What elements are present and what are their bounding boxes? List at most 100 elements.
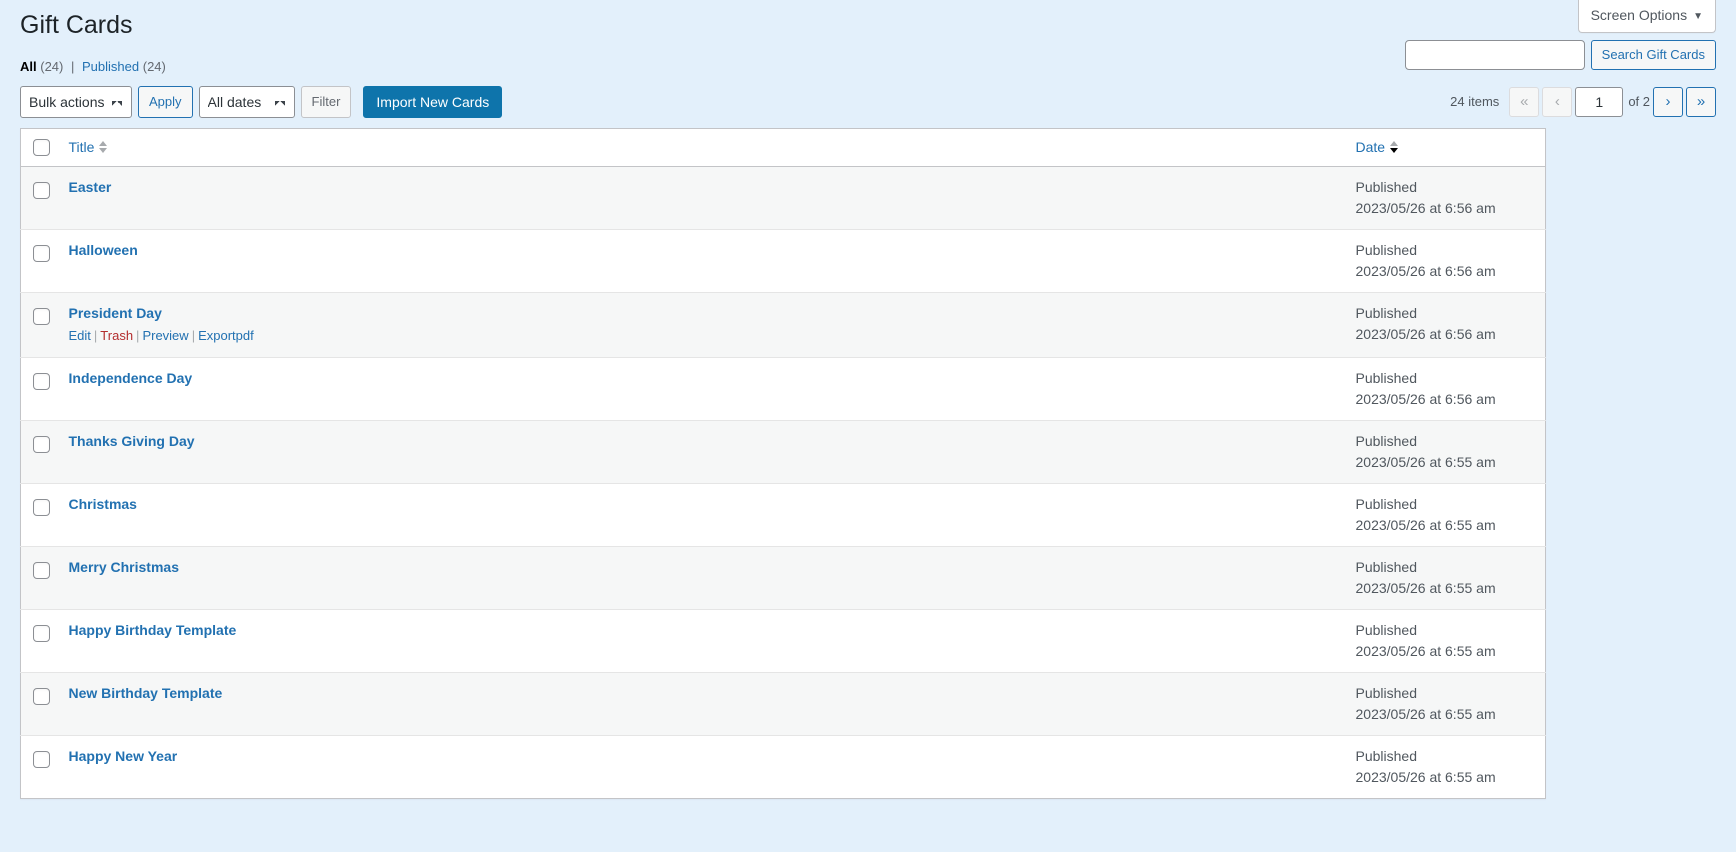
row-select-cell [20,292,59,358]
row-title-cell: Christmas [58,483,1346,547]
select-all-header [20,128,59,168]
row-action-trash[interactable]: Trash [100,328,133,343]
column-header-title: Title [58,128,1346,168]
row-title-cell: Thanks Giving Day [58,420,1346,484]
bulk-actions-select[interactable]: Bulk actions [20,85,132,118]
view-count-all: (24) [40,58,64,74]
row-timestamp: 2023/05/26 at 6:55 am [1355,643,1496,660]
first-page-button[interactable]: « [1509,86,1540,117]
search-submit-button[interactable]: Search Gift Cards [1590,40,1716,70]
row-select-checkbox[interactable] [33,308,50,326]
row-title-link[interactable]: Halloween [69,241,138,261]
row-date-cell: Published 2023/05/26 at 6:55 am [1345,609,1546,673]
row-action-edit[interactable]: Edit [69,328,91,343]
table-row: Thanks Giving Day Published 2023/05/26 at … [20,420,1546,484]
view-count-published: (24) [142,58,166,74]
pagination: 24 items « ‹ of 2 › » [1450,86,1716,118]
import-new-cards-button[interactable]: Import New Cards [363,85,503,118]
row-date-cell: Published 2023/05/26 at 6:55 am [1345,735,1546,799]
row-select-checkbox[interactable] [33,687,50,705]
view-link-all[interactable]: All [20,59,37,74]
view-link-published[interactable]: Published [82,59,139,74]
tablenav-top: Bulk actions Apply All dates Filter Impo… [20,85,1716,128]
row-title-link[interactable]: Christmas [69,495,137,515]
row-date-cell: Published 2023/05/26 at 6:55 am [1345,483,1546,547]
row-timestamp: 2023/05/26 at 6:55 am [1355,517,1496,534]
screen-options-toggle[interactable]: Screen Options ▼ [1577,0,1716,33]
table-row: Halloween Published 2023/05/26 at 6:56 am [20,229,1546,293]
gift-cards-table: Title Date Easter Published 2023/05/26 a… [20,127,1546,800]
table-row: Merry Christmas Published 2023/05/26 at 6:… [20,546,1546,610]
chevron-down-icon: ▼ [1693,11,1703,22]
row-title-link[interactable]: Happy New Year [69,747,178,767]
view-item-all: All (24) | [20,54,78,80]
row-select-checkbox[interactable] [33,498,50,516]
filter-button[interactable]: Filter [300,85,352,118]
table-row: Independence Day Published 2023/05/26 at 6… [20,357,1546,421]
row-action-exportpdf[interactable]: Exportpdf [198,328,254,343]
row-status: Published [1355,685,1418,702]
paging-input: of 2 [1575,86,1650,117]
row-date-cell: Published 2023/05/26 at 6:56 am [1345,292,1546,358]
prev-page-button[interactable]: ‹ [1542,86,1573,117]
row-timestamp: 2023/05/26 at 6:55 am [1355,580,1496,597]
next-page-button[interactable]: › [1653,86,1683,117]
row-date-cell: Published 2023/05/26 at 6:55 am [1345,672,1546,736]
row-title-link[interactable]: Merry Christmas [69,558,180,578]
row-select-checkbox[interactable] [33,561,50,579]
search-input[interactable] [1404,40,1585,70]
apply-bulk-action-button[interactable]: Apply [138,85,193,118]
row-select-checkbox[interactable] [33,245,50,263]
row-action-preview[interactable]: Preview [142,328,188,343]
row-title-link[interactable]: Easter [69,178,112,198]
select-all-checkbox[interactable] [33,139,50,157]
view-separator: | [71,58,75,74]
row-status: Published [1355,622,1418,639]
total-pages-label: of 2 [1628,94,1650,109]
row-select-cell [20,229,59,293]
row-status: Published [1355,305,1418,322]
current-page-input[interactable] [1575,86,1624,117]
column-header-date: Date [1345,128,1546,168]
row-title-cell: Independence Day [58,357,1346,421]
row-status: Published [1355,559,1418,576]
row-title-link[interactable]: President Day [69,304,162,324]
row-status: Published [1355,370,1418,387]
pagination-links: « ‹ of 2 › » [1509,86,1716,117]
row-select-cell [20,166,59,230]
row-actions: Edit | Trash | Preview | Exportpdf [69,324,1336,347]
row-select-checkbox[interactable] [33,182,50,200]
page-wrap: Gift Cards Search Gift Cards All (24) | … [0,0,1736,800]
row-title-cell: Happy New Year [58,735,1346,799]
row-action-separator: | [191,328,196,344]
row-timestamp: 2023/05/26 at 6:55 am [1355,454,1496,471]
sort-indicator-date-icon [1390,140,1399,154]
search-box: Search Gift Cards [1404,40,1716,70]
row-title-link[interactable]: Happy Birthday Template [69,621,237,641]
screen-meta-links: Screen Options ▼ [1577,0,1716,33]
table-header-row: Title Date [20,128,1546,168]
row-select-checkbox[interactable] [33,372,50,390]
page-title: Gift Cards [20,11,133,39]
row-select-checkbox[interactable] [33,624,50,642]
row-title-link[interactable]: Thanks Giving Day [69,432,195,452]
row-title-link[interactable]: New Birthday Template [69,684,223,704]
row-select-checkbox[interactable] [33,750,50,768]
row-timestamp: 2023/05/26 at 6:56 am [1355,263,1496,280]
row-title-link[interactable]: Independence Day [69,369,193,389]
column-date-label: Date [1355,139,1386,156]
row-action-separator: | [93,328,98,344]
row-select-cell [20,546,59,610]
row-date-cell: Published 2023/05/26 at 6:56 am [1345,357,1546,421]
row-title-cell: President Day Edit | Trash | Preview | Exportpd… [58,292,1346,358]
sort-by-date-link[interactable]: Date [1356,139,1400,155]
last-page-button[interactable]: » [1686,86,1716,117]
view-item-published: Published (24) [82,54,166,80]
row-select-cell [20,672,59,736]
row-title-cell: New Birthday Template [58,672,1346,736]
row-select-checkbox[interactable] [33,435,50,453]
row-status: Published [1355,433,1418,450]
row-select-cell [20,357,59,421]
date-filter-select[interactable]: All dates [198,85,295,118]
sort-by-title-link[interactable]: Title [69,139,109,155]
